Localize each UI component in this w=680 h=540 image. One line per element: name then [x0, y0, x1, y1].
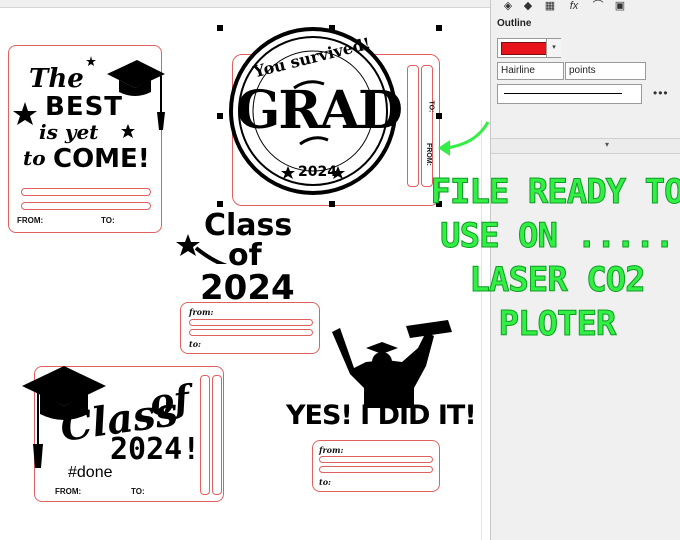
to-label: TO:	[101, 216, 115, 225]
selection-handle[interactable]	[329, 25, 335, 31]
line-style-preview	[504, 93, 622, 94]
writing-slot-vertical	[421, 65, 433, 187]
tag-yes-i-did-it[interactable]: from: to:	[312, 440, 440, 492]
writing-line	[189, 319, 313, 326]
best-line2: BEST	[45, 92, 124, 122]
selection-handle[interactable]	[329, 201, 335, 207]
outline-color-swatch	[501, 42, 547, 55]
star-icon	[121, 124, 135, 138]
outline-section-title: Outline	[497, 18, 532, 29]
overlay-line-4: PLOTER	[498, 304, 617, 345]
class-left-line3: 2024!	[110, 432, 201, 467]
star-icon	[13, 102, 37, 125]
overlay-line-1: FILE READY TO	[430, 172, 680, 213]
panel-tab-bar: ◈ ◆ ▦ fx ⌒ ▣	[491, 0, 680, 14]
from-label: from:	[189, 307, 214, 317]
to-label: to:	[319, 477, 331, 487]
class-left-hashtag: #done	[68, 464, 113, 481]
best-line1: The	[29, 64, 84, 94]
writing-slot-vertical	[200, 375, 210, 495]
overlay-line-2: USE ON .....	[440, 216, 676, 257]
canvas-ruler	[0, 0, 490, 8]
selection-handle[interactable]	[217, 113, 223, 119]
outline-color-picker[interactable]: ▾	[497, 38, 561, 58]
from-label: from:	[319, 445, 344, 455]
outline-width-value: Hairline	[501, 65, 535, 76]
to-label: to:	[189, 339, 201, 349]
more-options-icon[interactable]: •••	[653, 86, 669, 100]
outline-unit-dropdown[interactable]: points	[565, 62, 646, 80]
image-tab-icon[interactable]: ▣	[613, 0, 627, 12]
grad-year: 2024	[298, 164, 337, 180]
from-label: FROM:	[424, 143, 432, 166]
arrow-icon	[438, 121, 490, 156]
class-mid-line3: 2024	[200, 268, 295, 308]
writing-line	[189, 329, 313, 336]
outline-width-dropdown[interactable]: Hairline	[497, 62, 564, 80]
selection-handle[interactable]	[217, 25, 223, 31]
chevron-down-icon[interactable]: ▾	[546, 39, 561, 57]
overlay-line-3: LASER CO2	[469, 260, 646, 301]
selection-handle[interactable]	[217, 201, 223, 207]
to-label: TO:	[427, 100, 435, 113]
properties-tab-icon[interactable]: ◈	[501, 0, 515, 12]
from-label: FROM:	[17, 216, 44, 225]
panel-expander[interactable]: ▾	[491, 138, 680, 154]
selection-handle[interactable]	[436, 25, 442, 31]
writing-slot-vertical	[407, 65, 419, 187]
best-line4a: to	[23, 146, 46, 170]
outline-unit-value: points	[569, 65, 596, 76]
pen-tab-icon[interactable]: ⌒	[591, 0, 605, 12]
chevron-down-icon: ▾	[605, 140, 610, 149]
from-label: FROM:	[55, 487, 82, 496]
class-left-line2: of	[147, 377, 193, 425]
best-line3: is yet	[39, 120, 99, 144]
yes-main-text: YES! I DID IT!	[286, 400, 477, 431]
grad-main-text: GRAD	[236, 80, 403, 141]
pattern-tab-icon[interactable]: ▦	[543, 0, 557, 12]
writing-line	[21, 202, 151, 210]
writing-slot-vertical	[212, 375, 222, 495]
tag-class-of-2024-mid[interactable]: from: to:	[180, 302, 320, 354]
best-line4b: COME!	[53, 144, 150, 174]
to-label: TO:	[131, 487, 145, 496]
star-icon	[86, 56, 96, 66]
promo-overlay-text: FILE READY TO USE ON ..... LASER CO2 PLO…	[422, 170, 680, 346]
tag-best-is-yet-to-come[interactable]: The BEST is yet to COME! FROM: TO:	[8, 45, 165, 233]
design-canvas[interactable]: The BEST is yet to COME! FROM: TO: TO: F…	[0, 0, 490, 540]
writing-line	[319, 456, 433, 463]
line-style-dropdown[interactable]	[497, 84, 642, 104]
writing-line	[319, 466, 433, 473]
fill-tab-icon[interactable]: ◆	[521, 0, 535, 12]
writing-line	[21, 188, 151, 196]
effects-tab-icon[interactable]: fx	[567, 0, 581, 12]
